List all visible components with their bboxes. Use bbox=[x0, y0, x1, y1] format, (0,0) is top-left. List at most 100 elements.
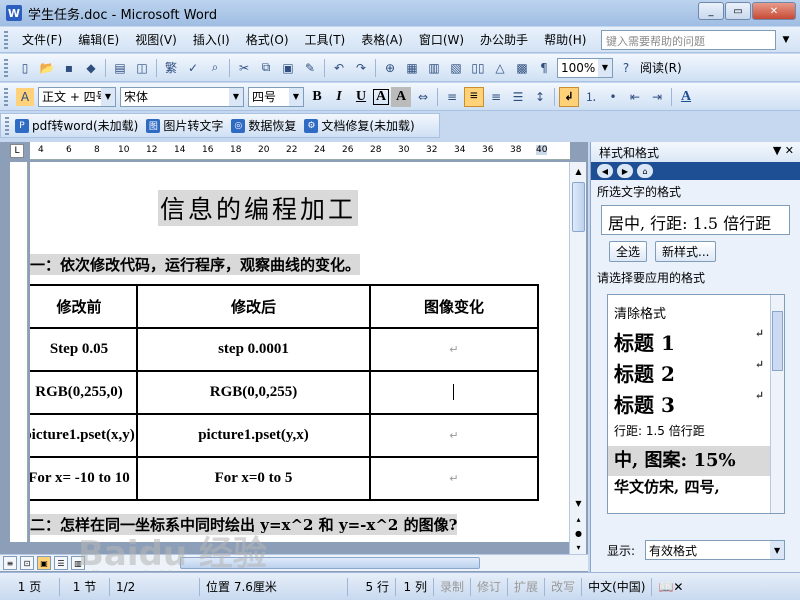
table-cell[interactable]: ↵ bbox=[369, 327, 539, 372]
style-clear-formatting[interactable]: 清除格式 bbox=[608, 303, 784, 327]
select-all-button[interactable]: 全选 bbox=[609, 241, 648, 262]
toolbar-grip[interactable] bbox=[4, 30, 8, 49]
table-cell[interactable]: RGB(0,0,255) bbox=[136, 370, 371, 415]
menu-edit[interactable]: 编辑(E) bbox=[70, 28, 127, 51]
redo-icon[interactable]: ↷ bbox=[352, 59, 370, 77]
image-to-text-button[interactable]: 图 图片转文字 bbox=[146, 117, 223, 134]
justify-icon[interactable]: ☰ bbox=[509, 88, 527, 106]
selected-format-box[interactable]: 居中, 行距: 1.5 倍行距 bbox=[601, 205, 790, 235]
table-cell[interactable]: Step 0.05 bbox=[30, 327, 138, 372]
cut-icon[interactable]: ✂ bbox=[235, 59, 253, 77]
font-color-button[interactable]: A bbox=[676, 87, 696, 107]
menu-tools[interactable]: 工具(T) bbox=[297, 28, 354, 51]
character-shading-button[interactable]: A bbox=[391, 86, 411, 107]
previous-page-icon[interactable]: ▴ bbox=[572, 512, 585, 526]
close-button[interactable]: ✕ bbox=[752, 2, 796, 20]
document-page[interactable]: 信息的编程加工 一：依次修改代码，运行程序，观察曲线的变化。 修改前 修改后 图… bbox=[30, 162, 570, 542]
increase-indent-icon[interactable]: ⇥ bbox=[648, 88, 666, 106]
menu-view[interactable]: 视图(V) bbox=[127, 28, 185, 51]
status-track-changes[interactable]: 修订 bbox=[471, 577, 509, 596]
document-table[interactable]: 修改前 修改后 图像变化 Step 0.05 step 0.0001 ↵ RGB… bbox=[30, 284, 539, 501]
show-select[interactable]: 有效格式 ▼ bbox=[645, 540, 786, 560]
save-icon[interactable]: ▪ bbox=[60, 59, 78, 77]
scroll-thumb[interactable] bbox=[572, 182, 585, 232]
character-scale-icon[interactable]: ⇔ bbox=[414, 88, 432, 106]
hyperlink-icon[interactable]: ⊕ bbox=[381, 59, 399, 77]
research-icon[interactable]: ⌕ bbox=[206, 59, 224, 77]
document-map-icon[interactable]: ▩ bbox=[513, 59, 531, 77]
font-size-select[interactable]: 四号 ▼ bbox=[248, 86, 304, 107]
menu-window[interactable]: 窗口(W) bbox=[411, 28, 472, 51]
status-extend[interactable]: 扩展 bbox=[508, 577, 546, 596]
align-right-icon[interactable]: ≡ bbox=[487, 88, 505, 106]
drawing-icon[interactable]: △ bbox=[491, 59, 509, 77]
reading-view-icon[interactable]: ▥ bbox=[71, 556, 85, 570]
style-heading-3[interactable]: 标题 3 ↵ bbox=[608, 389, 784, 420]
align-center-icon[interactable]: ≡ bbox=[464, 86, 484, 107]
table-cell[interactable]: ↵ bbox=[369, 413, 539, 458]
italic-button[interactable]: I bbox=[329, 87, 349, 107]
show-hide-icon[interactable]: ¶ bbox=[535, 59, 553, 77]
scroll-down-icon[interactable]: ▼ bbox=[572, 496, 585, 510]
browse-object-icon[interactable]: ● bbox=[572, 526, 585, 540]
table-cell[interactable]: picture1.pset(x,y) bbox=[30, 413, 138, 458]
style-heading-1[interactable]: 标题 1 ↵ bbox=[608, 327, 784, 358]
style-list-scrollbar[interactable] bbox=[770, 295, 784, 513]
zoom-select[interactable]: 100% ▼ bbox=[557, 57, 613, 78]
close-icon[interactable]: ▼ ✕ bbox=[773, 144, 794, 157]
outline-view-icon[interactable]: ☰ bbox=[54, 556, 68, 570]
bullets-icon[interactable]: • bbox=[604, 88, 622, 106]
open-folder-icon[interactable]: 📂 bbox=[38, 59, 56, 77]
style-line-spacing[interactable]: 行距: 1.5 倍行距 bbox=[608, 420, 784, 446]
menu-insert[interactable]: 插入(I) bbox=[185, 28, 238, 51]
spelling-status-icon[interactable]: 📖✕ bbox=[652, 578, 689, 596]
horizontal-scrollbar[interactable]: ≡ ⊡ ▣ ☰ ▥ bbox=[0, 554, 588, 571]
normal-view-icon[interactable]: ≡ bbox=[3, 556, 17, 570]
style-shading-pattern[interactable]: 中, 图案: 15% bbox=[608, 446, 784, 476]
table-cell[interactable]: ↵ bbox=[369, 456, 539, 501]
spelling-icon[interactable]: ✓ bbox=[184, 59, 202, 77]
data-recovery-button[interactable]: ◎ 数据恢复 bbox=[231, 117, 296, 134]
align-left-icon[interactable]: ≡ bbox=[443, 88, 461, 106]
insert-excel-icon[interactable]: ▧ bbox=[447, 59, 465, 77]
table-cell[interactable]: For x=0 to 5 bbox=[136, 456, 371, 501]
new-style-button[interactable]: 新样式... bbox=[655, 241, 717, 262]
line-spacing-icon[interactable]: ↕ bbox=[531, 88, 549, 106]
insert-table-icon[interactable]: ▥ bbox=[425, 59, 443, 77]
print-icon[interactable]: ▤ bbox=[111, 59, 129, 77]
next-page-icon[interactable]: ▾ bbox=[572, 540, 585, 554]
style-heading-2[interactable]: 标题 2 ↵ bbox=[608, 358, 784, 389]
columns-icon[interactable]: ▯▯ bbox=[469, 59, 487, 77]
read-button[interactable]: 阅读(R) bbox=[637, 59, 685, 76]
forward-icon[interactable]: ▶ bbox=[617, 164, 633, 178]
scroll-thumb[interactable] bbox=[772, 311, 783, 371]
character-border-button[interactable]: A bbox=[373, 88, 389, 105]
font-select[interactable]: 宋体 ▼ bbox=[120, 86, 244, 107]
horizontal-ruler[interactable]: 4 6 8 10 12 14 16 18 20 22 24 26 28 30 3… bbox=[30, 142, 570, 160]
minimize-button[interactable]: _ bbox=[698, 2, 724, 20]
numbering-icon[interactable]: ⒈ bbox=[582, 88, 600, 106]
web-view-icon[interactable]: ⊡ bbox=[20, 556, 34, 570]
table-cell[interactable]: For x= -10 to 10 bbox=[30, 456, 138, 501]
tab-selector[interactable]: L bbox=[10, 144, 24, 158]
status-record[interactable]: 录制 bbox=[434, 577, 472, 596]
status-page[interactable]: 1 页 bbox=[0, 577, 60, 596]
pdf-to-word-button[interactable]: P pdf转word(未加载) bbox=[15, 117, 138, 134]
format-painter-icon[interactable]: ✎ bbox=[301, 59, 319, 77]
new-document-icon[interactable]: ▯ bbox=[16, 59, 34, 77]
toolbar-grip[interactable] bbox=[4, 87, 8, 106]
menu-table[interactable]: 表格(A) bbox=[353, 28, 411, 51]
menu-help[interactable]: 帮助(H) bbox=[536, 28, 594, 51]
print-preview-icon[interactable]: ◫ bbox=[133, 59, 151, 77]
bold-button[interactable]: B bbox=[307, 87, 327, 107]
help-search-input[interactable]: 键入需要帮助的问题 bbox=[601, 30, 776, 50]
restore-button[interactable]: ▭ bbox=[725, 2, 751, 20]
menu-file[interactable]: 文件(F) bbox=[14, 28, 70, 51]
menu-office-assistant[interactable]: 办公助手 bbox=[472, 28, 536, 51]
text-direction-icon[interactable]: ↲ bbox=[559, 86, 579, 107]
vertical-ruler[interactable] bbox=[10, 162, 28, 542]
tables-borders-icon[interactable]: ▦ bbox=[403, 59, 421, 77]
print-view-icon[interactable]: ▣ bbox=[37, 556, 51, 570]
document-repair-button[interactable]: ⚙ 文档修复(未加载) bbox=[304, 117, 415, 134]
simplified-traditional-icon[interactable]: 繁 bbox=[162, 59, 180, 77]
